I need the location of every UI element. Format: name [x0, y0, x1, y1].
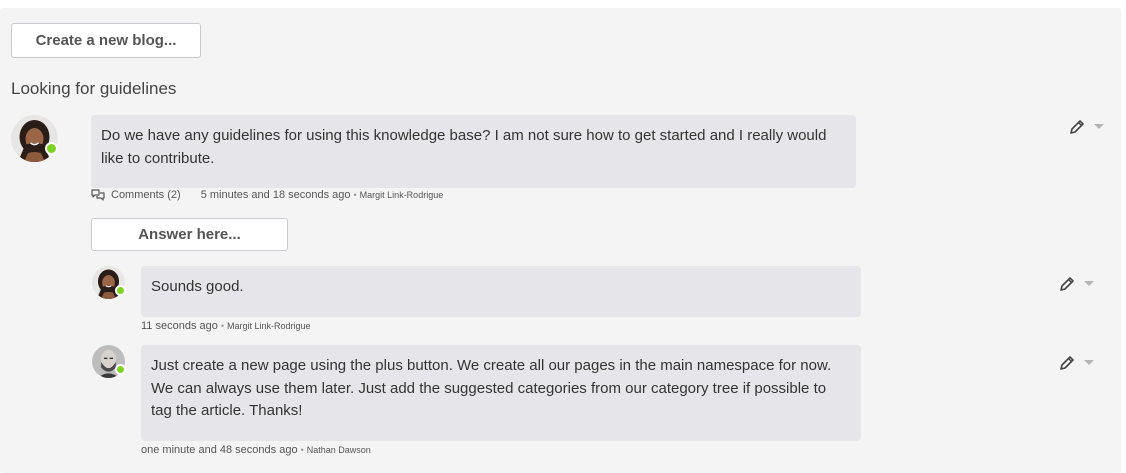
- chevron-down-icon[interactable]: [1084, 360, 1094, 366]
- avatar: [92, 266, 126, 299]
- online-status-indicator: [115, 364, 126, 375]
- post-author[interactable]: Margit Link-Rodrigue: [360, 190, 444, 200]
- chevron-down-icon[interactable]: [1084, 281, 1094, 287]
- reply-edit-menu[interactable]: [1059, 355, 1094, 371]
- online-status-indicator: [115, 285, 126, 296]
- pencil-icon[interactable]: [1059, 355, 1075, 371]
- meta-separator: •: [220, 321, 225, 331]
- pencil-icon[interactable]: [1059, 276, 1075, 292]
- comments-link[interactable]: Comments (2): [91, 189, 181, 201]
- answer-button[interactable]: Answer here...: [91, 218, 288, 251]
- post-meta: Comments (2) 5 minutes and 18 seconds ag…: [91, 189, 443, 201]
- chevron-down-icon[interactable]: [1094, 124, 1104, 130]
- post-edit-menu[interactable]: [1069, 119, 1104, 135]
- avatar: [92, 345, 126, 378]
- post-title: Looking for guidelines: [11, 79, 177, 98]
- reply-meta: 11 seconds ago • Margit Link-Rodrigue: [141, 320, 311, 332]
- reply-body: Sounds good.: [141, 266, 861, 317]
- post-time: 5 minutes and 18 seconds ago: [200, 189, 351, 201]
- reply-edit-menu[interactable]: [1059, 276, 1094, 292]
- reply-time: one minute and 48 seconds ago: [141, 444, 298, 456]
- create-blog-button[interactable]: Create a new blog...: [11, 23, 201, 58]
- reply-author[interactable]: Margit Link-Rodrigue: [227, 321, 311, 331]
- comment-bubbles-icon: [91, 189, 105, 201]
- reply-author[interactable]: Nathan Dawson: [307, 445, 371, 455]
- meta-separator: •: [353, 190, 357, 200]
- reply-time: 11 seconds ago: [141, 320, 218, 332]
- reply-meta: one minute and 48 seconds ago • Nathan D…: [141, 444, 371, 456]
- avatar: [11, 115, 58, 162]
- reply-body: Just create a new page using the plus bu…: [141, 345, 861, 441]
- comments-count[interactable]: Comments (2): [111, 189, 181, 201]
- meta-separator: •: [300, 445, 304, 455]
- post-body: Do we have any guidelines for using this…: [91, 115, 856, 188]
- pencil-icon[interactable]: [1069, 119, 1085, 135]
- online-status-indicator: [45, 142, 58, 155]
